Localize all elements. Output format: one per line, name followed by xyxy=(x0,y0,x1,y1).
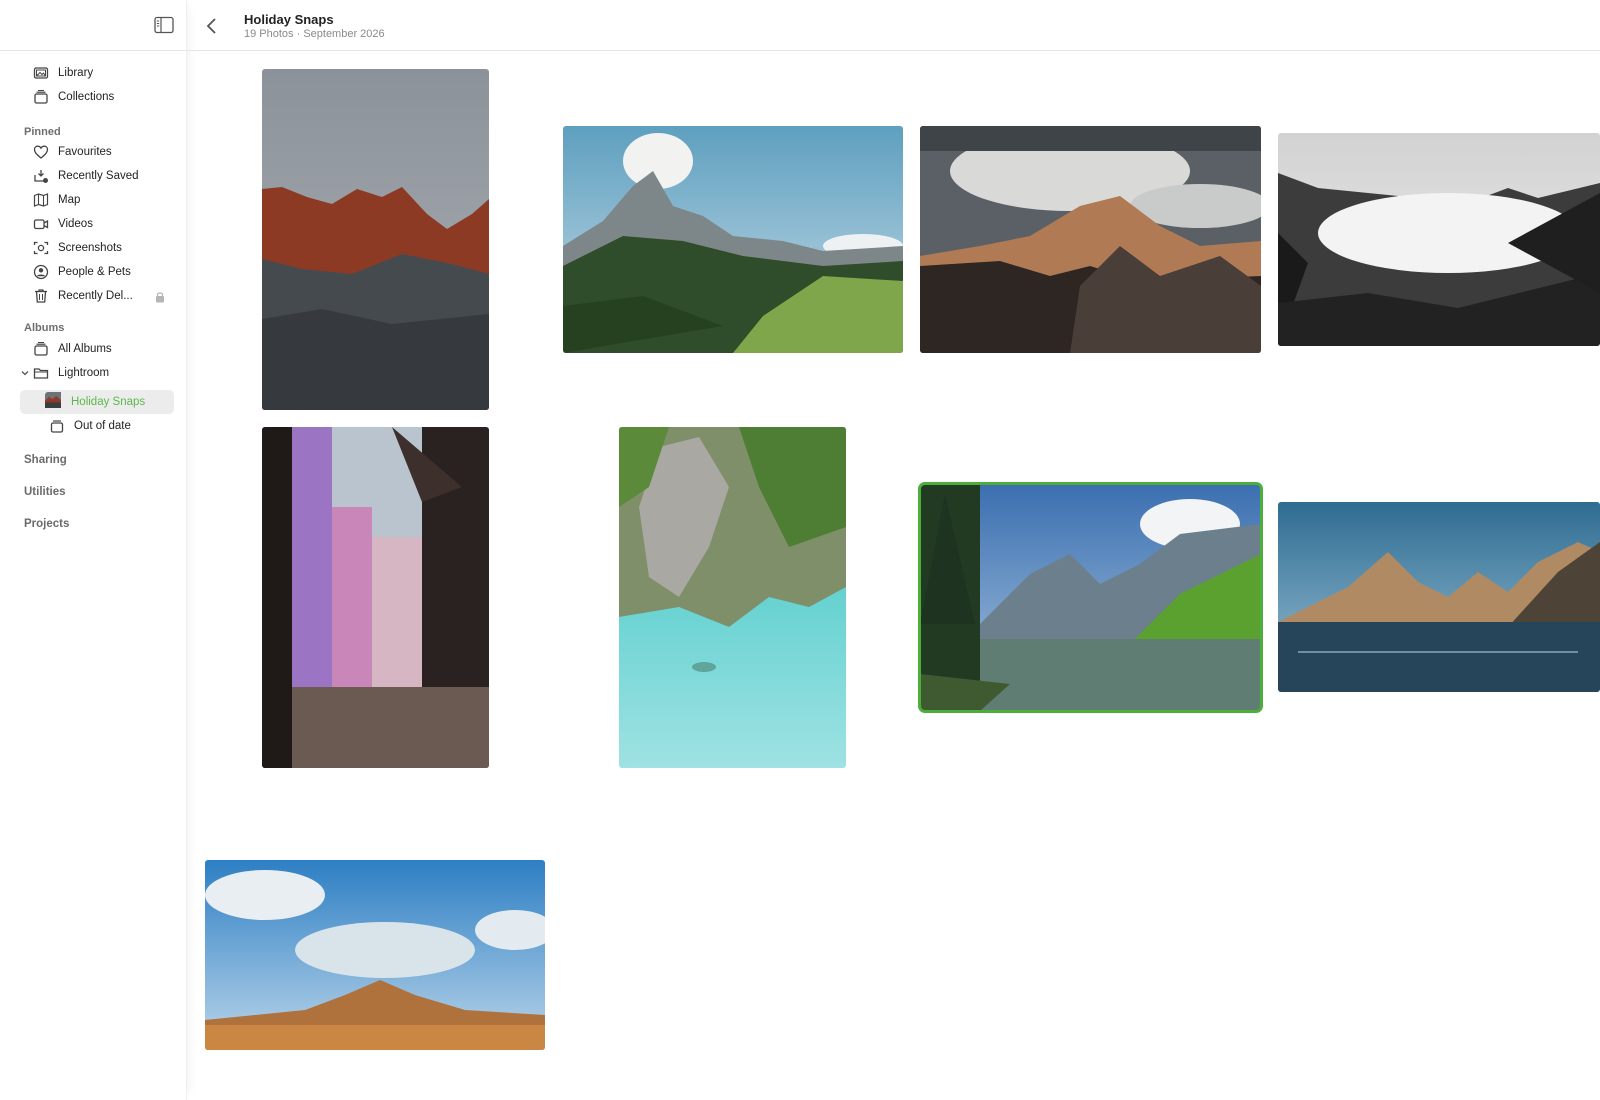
photo-colorful-alley[interactable] xyxy=(262,427,489,768)
sidebar-item-videos[interactable]: Videos xyxy=(32,213,93,235)
photo-fjord-peaks[interactable] xyxy=(1278,502,1600,692)
sidebar-item-map[interactable]: Map xyxy=(32,189,80,211)
sidebar-item-all-albums[interactable]: All Albums xyxy=(32,338,112,360)
sidebar-item-library[interactable]: Library xyxy=(32,62,93,84)
sidebar-item-label: Recently Saved xyxy=(58,170,139,182)
map-icon xyxy=(32,192,50,208)
sidebar-item-holiday-snaps[interactable]: Holiday Snaps xyxy=(45,391,145,413)
lock-icon xyxy=(155,290,165,303)
page-title: Holiday Snaps xyxy=(244,12,334,27)
heart-icon xyxy=(32,144,50,160)
sidebar-item-label: Map xyxy=(58,194,81,206)
section-projects[interactable]: Projects xyxy=(24,518,69,530)
sidebar-item-recently-deleted[interactable]: Recently Del... xyxy=(32,285,133,307)
sidebar-item-label: Screenshots xyxy=(58,242,122,254)
albums-icon xyxy=(32,341,50,357)
header-divider xyxy=(0,50,1600,51)
photo-cloudy-summit[interactable] xyxy=(920,126,1261,353)
sidebar-item-label: Videos xyxy=(58,218,93,230)
person-icon xyxy=(32,264,50,280)
sidebar-item-favourites[interactable]: Favourites xyxy=(32,141,112,163)
section-pinned[interactable]: Pinned xyxy=(24,126,61,138)
sidebar-item-out-of-date[interactable]: Out of date xyxy=(48,415,131,437)
video-icon xyxy=(32,216,50,232)
chevron-down-icon[interactable] xyxy=(20,365,30,381)
recently-saved-icon xyxy=(32,168,50,184)
sidebar-item-label: Favourites xyxy=(58,146,112,158)
sidebar-item-label: Holiday Snaps xyxy=(71,396,146,408)
sidebar-item-label: Collections xyxy=(58,91,115,103)
photo-turquoise-cove[interactable] xyxy=(619,427,846,768)
sidebar-toggle-icon[interactable] xyxy=(154,16,174,34)
sidebar-item-recently-saved[interactable]: Recently Saved xyxy=(32,165,139,187)
section-sharing[interactable]: Sharing xyxy=(24,454,67,466)
section-albums[interactable]: Albums xyxy=(24,322,64,334)
photo-mountain-lake[interactable] xyxy=(918,482,1263,713)
photo-misty-hills[interactable] xyxy=(1278,133,1600,346)
sidebar-item-collections[interactable]: Collections xyxy=(32,86,114,108)
photo-desert-hill[interactable] xyxy=(205,860,545,1050)
sidebar-item-lightroom[interactable]: Lightroom xyxy=(20,362,109,384)
trash-icon xyxy=(32,288,50,304)
page-subtitle: 19 Photos · September 2026 xyxy=(244,28,385,40)
sidebar-item-label: People & Pets xyxy=(58,266,131,278)
album-icon xyxy=(48,418,66,434)
photo-alpine-valley[interactable] xyxy=(563,126,903,353)
album-thumbnail xyxy=(45,392,65,412)
sidebar-item-label: Library xyxy=(58,67,94,79)
sidebar-item-label: All Albums xyxy=(58,343,112,355)
sidebar-item-screenshots[interactable]: Screenshots xyxy=(32,237,122,259)
folder-icon xyxy=(32,365,50,381)
sidebar-item-label: Lightroom xyxy=(58,367,110,379)
screenshot-icon xyxy=(32,240,50,256)
section-utilities[interactable]: Utilities xyxy=(24,486,66,498)
sidebar-item-label: Out of date xyxy=(74,420,131,432)
sidebar-item-people-pets[interactable]: People & Pets xyxy=(32,261,131,283)
chevron-left-icon xyxy=(206,18,216,34)
back-button[interactable] xyxy=(204,16,220,36)
photo-red-peaks[interactable] xyxy=(262,69,489,410)
sidebar: Library Collections Pinned Favourites Re… xyxy=(0,0,187,1100)
photo-library-icon xyxy=(32,65,50,81)
collections-icon xyxy=(32,89,50,105)
sidebar-item-label: Recently Del... xyxy=(58,290,133,302)
